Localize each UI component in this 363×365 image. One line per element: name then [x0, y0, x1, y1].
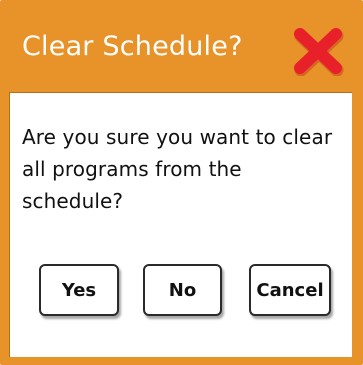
dialog-title: Clear Schedule? [22, 31, 243, 62]
close-button[interactable] [292, 26, 344, 76]
cancel-button[interactable]: Cancel [249, 264, 331, 316]
dialog-content: Are you sure you want to clear all progr… [9, 92, 352, 357]
clear-schedule-dialog: Clear Schedule? Are you sure you want to… [0, 0, 363, 365]
close-x-icon [294, 28, 344, 76]
confirmation-message: Are you sure you want to clear all progr… [22, 125, 333, 213]
dialog-titlebar: Clear Schedule? [0, 0, 363, 90]
no-button[interactable]: No [143, 264, 222, 316]
yes-button[interactable]: Yes [39, 264, 119, 316]
